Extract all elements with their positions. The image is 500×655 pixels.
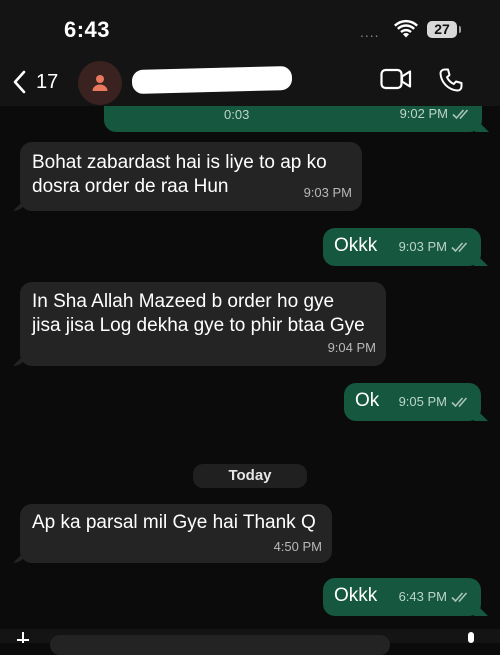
message-composer — [0, 629, 500, 655]
phone-icon[interactable] — [438, 67, 464, 93]
message-time: 9:02 PM — [399, 106, 448, 121]
microphone-icon[interactable] — [464, 632, 478, 643]
message-bubble-outgoing[interactable]: Ok 9:05 PM — [344, 383, 488, 421]
message-meta: 9:03 PM — [304, 181, 352, 205]
message-time: 9:03 PM — [398, 239, 447, 254]
battery-indicator: 27 — [427, 21, 461, 38]
voice-message-bubble[interactable]: 0:03 9:02 PM — [104, 106, 489, 132]
message-time: 9:05 PM — [398, 394, 447, 409]
message-meta: 4:50 PM — [274, 535, 322, 559]
message-meta: 9:02 PM — [400, 106, 472, 126]
message-meta: 9:03 PM — [399, 235, 471, 259]
battery-level: 27 — [434, 21, 450, 37]
chat-header: 17 — [0, 58, 500, 106]
message-bubble-outgoing[interactable]: Okkk 9:03 PM — [323, 228, 488, 266]
message-bubble-incoming[interactable]: Ap ka parsal mil Gye hai Thank Q 4:50 PM — [13, 504, 332, 563]
message-text: Ap ka parsal mil Gye hai Thank Q — [32, 512, 316, 533]
back-chevron-icon — [13, 70, 26, 94]
message-meta: 9:05 PM — [399, 390, 471, 414]
unread-count: 17 — [36, 70, 59, 93]
double-check-icon — [451, 592, 468, 603]
message-meta: 6:43 PM — [399, 585, 471, 609]
video-call-icon[interactable] — [380, 68, 412, 90]
contact-name-redacted[interactable] — [131, 65, 293, 95]
message-meta: 9:04 PM — [328, 336, 376, 360]
wifi-icon — [394, 19, 418, 38]
status-bar: 6:43 .... 27 — [0, 0, 500, 58]
message-bubble-outgoing[interactable]: Okkk 6:43 PM — [323, 578, 488, 616]
message-bubble-incoming[interactable]: Bohat zabardast hai is liye to ap ko dos… — [13, 142, 362, 211]
double-check-icon — [452, 109, 469, 120]
message-input[interactable] — [50, 635, 390, 655]
plus-icon[interactable] — [14, 632, 32, 643]
cellular-signal-icon: .... — [360, 24, 380, 40]
chat-area[interactable]: 0:03 9:02 PM Bohat zabardast hai is liye… — [0, 106, 500, 643]
double-check-icon — [451, 242, 468, 253]
message-bubble-incoming[interactable]: In Sha Allah Mazeed b order ho gye jisa … — [13, 282, 386, 366]
message-time: 4:50 PM — [273, 539, 322, 554]
message-time: 9:03 PM — [303, 185, 352, 200]
message-time: 6:43 PM — [398, 589, 447, 604]
date-separator: Today — [193, 464, 307, 488]
avatar[interactable] — [78, 61, 122, 105]
status-time: 6:43 — [64, 17, 111, 42]
back-button[interactable]: 17 — [12, 62, 58, 102]
double-check-icon — [451, 397, 468, 408]
person-icon — [92, 75, 108, 91]
message-time: 9:04 PM — [327, 340, 376, 355]
voice-duration: 0:03 — [224, 107, 250, 122]
message-text: In Sha Allah Mazeed b order ho gye jisa … — [32, 291, 365, 336]
